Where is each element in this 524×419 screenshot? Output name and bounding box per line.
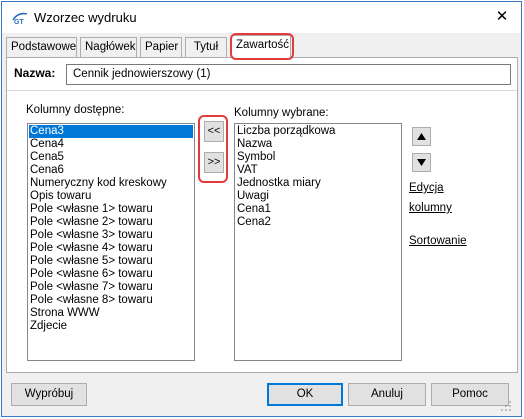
list-item[interactable]: Cena6 [29,164,193,177]
chosen-columns-list[interactable]: Liczba porządkowa Nazwa Symbol VAT Jednostka… [234,123,402,361]
list-item[interactable]: Uwagi [236,190,400,203]
tab-naglowek[interactable]: Nagłówek [80,37,137,57]
list-item[interactable]: Strona WWW [29,307,193,320]
chosen-columns-label: Kolumny wybrane: [234,107,329,119]
window-title: Wzorzec wydruku [34,10,137,25]
list-item[interactable]: Pole <własne 6> towaru [29,268,193,281]
list-item[interactable]: Pole <własne 1> towaru [29,203,193,216]
add-column-button[interactable]: << [204,121,224,142]
list-item[interactable]: Symbol [236,151,400,164]
resize-grip-icon[interactable] [499,399,513,413]
try-button[interactable]: Wypróbuj [11,383,87,406]
separator [7,90,517,91]
list-item[interactable]: Pole <własne 3> towaru [29,229,193,242]
tab-tytul[interactable]: Tytuł [185,37,227,57]
name-input[interactable]: Cennik jednowierszowy (1) [66,64,511,85]
transfer-buttons-highlight: << >> [198,115,228,183]
remove-column-button[interactable]: >> [204,152,224,173]
triangle-down-icon [416,159,427,174]
sort-link[interactable]: Sortowanie [409,235,467,247]
list-item[interactable]: Cena4 [29,138,193,151]
edit-column-link-line1[interactable]: Edycja [409,182,444,194]
dialog-window: GT Wzorzec wydruku ✕ Podstawowe Nagłówek… [1,1,522,417]
cancel-button[interactable]: Anuluj [348,383,426,406]
list-item[interactable]: Pole <własne 2> towaru [29,216,193,229]
svg-text:GT: GT [14,19,24,25]
available-columns-list[interactable]: Cena3 Cena4 Cena5 Cena6 Numeryczny kod kresk… [27,123,195,361]
list-item[interactable]: Cena3 [29,125,193,138]
help-button[interactable]: Pomoc [431,383,509,406]
list-item[interactable]: Jednostka miary [236,177,400,190]
list-item[interactable]: VAT [236,164,400,177]
list-item[interactable]: Cena2 [236,216,400,229]
list-item[interactable]: Cena1 [236,203,400,216]
list-item[interactable]: Pole <własne 8> towaru [29,294,193,307]
edit-column-link-line2[interactable]: kolumny [409,202,452,214]
available-columns-label: Kolumny dostępne: [26,104,125,116]
list-item[interactable]: Opis towaru [29,190,193,203]
title-bar: GT Wzorzec wydruku ✕ [2,2,521,33]
app-icon: GT [12,11,28,26]
tab-zawartosc[interactable]: Zawartość [231,35,291,58]
move-down-button[interactable] [412,153,431,172]
list-item[interactable]: Liczba porządkowa [236,125,400,138]
list-item[interactable]: Numeryczny kod kreskowy [29,177,193,190]
tab-strip: Podstawowe Nagłówek Papier Tytuł Zawarto… [6,33,518,60]
triangle-up-icon [416,133,427,148]
list-item[interactable]: Zdjecie [29,320,193,333]
tab-papier[interactable]: Papier [140,37,182,57]
list-item[interactable]: Nazwa [236,138,400,151]
list-item[interactable]: Pole <własne 4> towaru [29,242,193,255]
move-up-button[interactable] [412,127,431,146]
close-icon[interactable]: ✕ [490,6,514,28]
list-item[interactable]: Pole <własne 7> towaru [29,281,193,294]
content-panel: Nazwa: Cennik jednowierszowy (1) Kolumny… [6,57,518,373]
list-item[interactable]: Cena5 [29,151,193,164]
ok-button[interactable]: OK [267,383,343,406]
tab-podstawowe[interactable]: Podstawowe [6,37,77,57]
list-item[interactable]: Pole <własne 5> towaru [29,255,193,268]
name-label: Nazwa: [14,66,56,80]
